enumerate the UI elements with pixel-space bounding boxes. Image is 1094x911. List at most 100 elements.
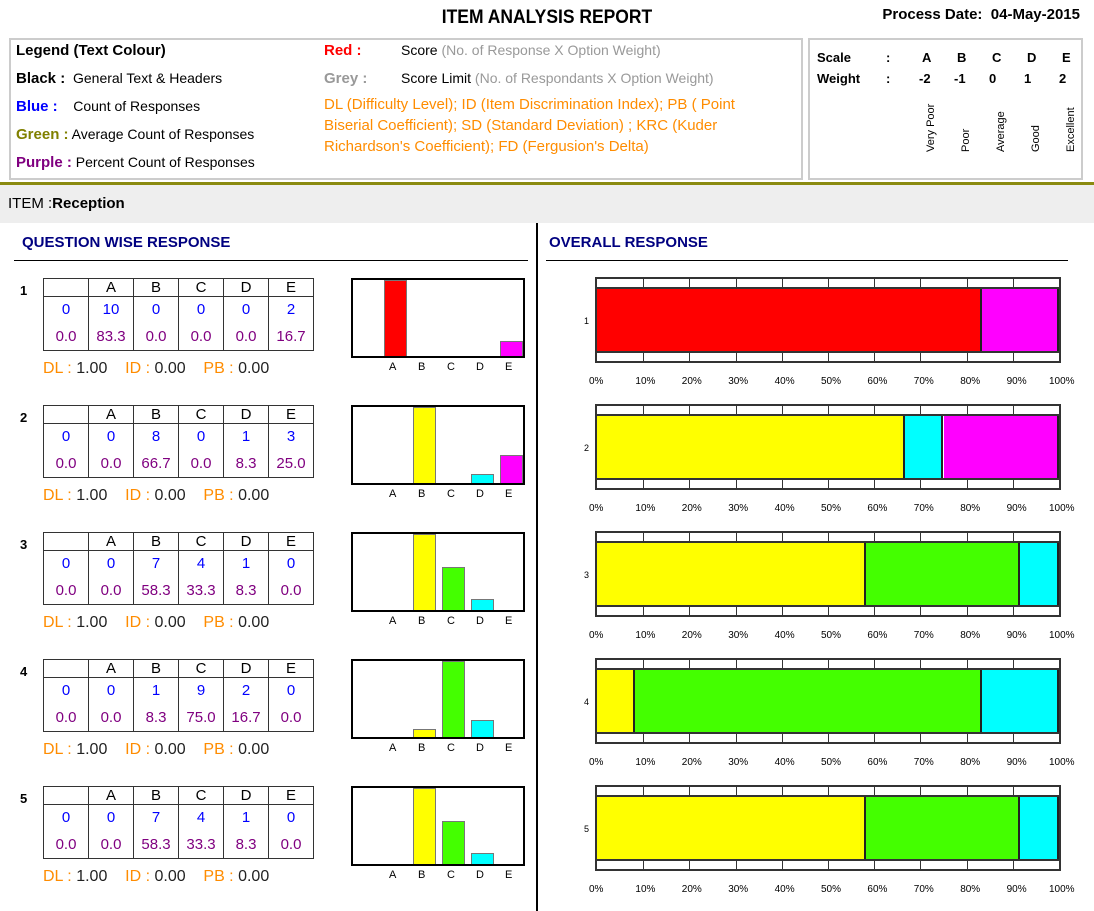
response-table: ABCDE 0 10 0 0 0 2 0.0 83.3 0.0 0.0 0.0 16.7: [43, 278, 314, 351]
question-stats: DL : 1.00 ID : 0.00 PB : 0.00: [43, 360, 269, 378]
weight-colon: :: [886, 71, 891, 86]
mini-bar-B: [413, 728, 436, 737]
percent-cell: 0.0: [268, 576, 314, 605]
pb-value: 0.00: [238, 614, 270, 631]
x-tick-label: 60%: [867, 630, 888, 641]
pb-value: 0.00: [238, 360, 270, 377]
tick: [735, 606, 737, 615]
overall-stacked-bar: [595, 277, 1061, 363]
x-tick-label: 20%: [681, 757, 702, 768]
pb-label: PB :: [203, 868, 234, 885]
scale-name: Very Poor: [925, 103, 937, 152]
mini-bar-D: [471, 473, 494, 483]
x-tick-label: 10%: [635, 757, 656, 768]
count-cell: 0: [88, 677, 134, 704]
tick: [874, 733, 876, 742]
tick: [828, 860, 829, 869]
item-bar: ITEM :Reception: [0, 185, 1094, 223]
mini-axis-label: A: [389, 869, 397, 881]
tick: [689, 733, 691, 742]
dl-label: DL :: [43, 487, 72, 504]
legend-purple-text: Percent Count of Responses: [75, 154, 255, 170]
id-value: 0.00: [154, 360, 186, 377]
mini-axis-label: E: [505, 361, 513, 373]
overall-segment-E: [981, 289, 1059, 351]
tick: [735, 352, 737, 361]
count-cell: 0: [43, 296, 89, 323]
x-tick-label: 80%: [960, 757, 981, 768]
percent-cell: 58.3: [133, 576, 179, 605]
overall-stacked-bar: [595, 658, 1061, 744]
count-cell: 10: [88, 296, 134, 323]
tick: [828, 479, 829, 488]
x-tick-label: 60%: [867, 376, 888, 387]
mini-bar-chart: [351, 532, 525, 612]
pb-value: 0.00: [238, 741, 270, 758]
tick: [920, 606, 922, 615]
count-cell: 7: [133, 804, 179, 831]
legend-abbreviations: DL (Difficulty Level); ID (Item Discrimi…: [324, 96, 735, 155]
table-header: D: [223, 278, 269, 297]
table-header: E: [268, 786, 314, 805]
mini-bar-B: [413, 534, 436, 610]
table-header: B: [133, 278, 179, 297]
scale-weight: 2: [1059, 71, 1067, 86]
tick: [735, 479, 737, 488]
overall-segment-B: [597, 543, 867, 605]
id-value: 0.00: [154, 868, 186, 885]
tick: [1012, 606, 1014, 615]
overall-segment-D: [1020, 797, 1059, 859]
x-tick-label: 40%: [774, 503, 795, 514]
scale-name: Poor: [960, 128, 972, 152]
mini-axis-label: C: [447, 615, 455, 627]
mini-axis-label: B: [418, 488, 426, 500]
percent-cell: 0.0: [178, 322, 224, 351]
percent-cell: 0.0: [268, 703, 314, 732]
x-tick-label: 80%: [960, 503, 981, 514]
x-tick-label: 70%: [913, 884, 934, 895]
count-cell: 0: [88, 423, 134, 450]
x-tick-label: 0%: [589, 503, 604, 514]
scale-label: Scale: [817, 50, 851, 65]
pb-label: PB :: [203, 360, 234, 377]
count-cell: 2: [223, 677, 269, 704]
x-tick-label: 0%: [589, 630, 604, 641]
tick: [828, 733, 829, 742]
tick: [781, 606, 783, 615]
percent-cell: 83.3: [88, 322, 134, 351]
percent-cell: 8.3: [133, 703, 179, 732]
mini-axis-label: A: [389, 615, 397, 627]
table-header: B: [133, 405, 179, 424]
question-number: 2: [20, 410, 28, 425]
legend-blue-text: Count of Responses: [73, 98, 201, 114]
percent-cell: 16.7: [223, 703, 269, 732]
tick: [643, 479, 645, 488]
overall-segment-C: [866, 543, 1021, 605]
legend-black-key: Black :: [16, 70, 66, 87]
x-tick-label: 30%: [728, 884, 749, 895]
section-question-wise: QUESTION WISE RESPONSE: [22, 234, 231, 251]
table-header-blank: [43, 786, 89, 805]
percent-cell: 33.3: [178, 576, 224, 605]
table-header: E: [268, 405, 314, 424]
x-tick-label: 10%: [635, 884, 656, 895]
id-value: 0.00: [154, 614, 186, 631]
tick: [1012, 733, 1014, 742]
x-tick-label: 30%: [728, 376, 749, 387]
question-stats: DL : 1.00 ID : 0.00 PB : 0.00: [43, 741, 269, 759]
mini-axis-label: C: [447, 869, 455, 881]
x-tick-label: 70%: [913, 503, 934, 514]
mini-bar-chart: [351, 405, 525, 485]
count-cell: 0: [178, 296, 224, 323]
table-header: C: [178, 659, 224, 678]
section-overall: OVERALL RESPONSE: [549, 234, 708, 251]
legend-red-note: (No. of Response X Option Weight): [441, 42, 661, 58]
table-header: A: [88, 278, 134, 297]
count-cell: 0: [223, 296, 269, 323]
mini-axis-label: B: [418, 361, 426, 373]
pb-value: 0.00: [238, 868, 270, 885]
mini-bar-E: [500, 340, 523, 356]
table-header-blank: [43, 659, 89, 678]
tick: [781, 352, 783, 361]
legend-black-text: General Text & Headers: [72, 70, 223, 86]
